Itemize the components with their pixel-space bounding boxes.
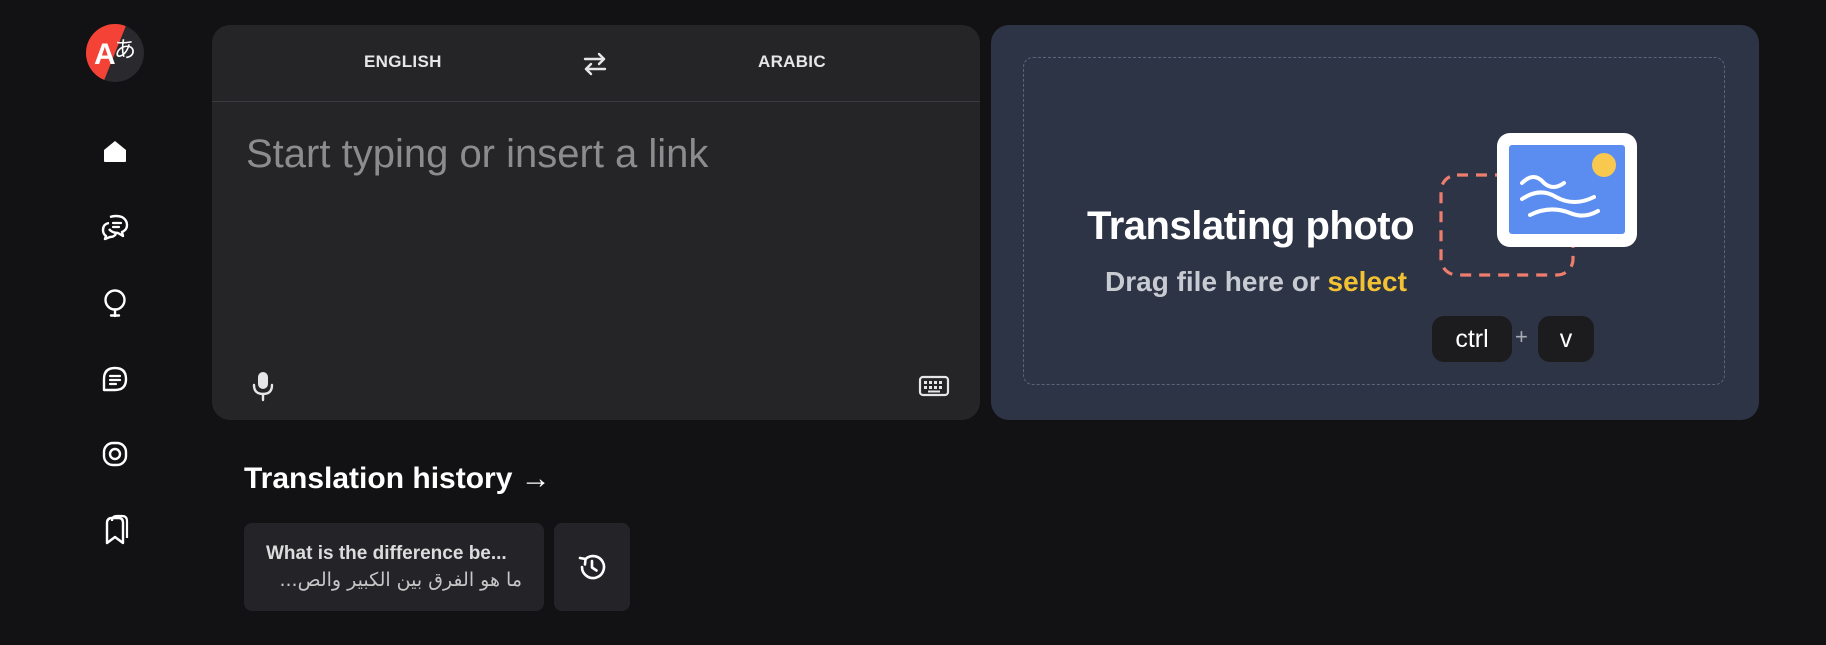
voice-input-button[interactable] [248, 369, 278, 403]
camera-icon [102, 441, 128, 467]
select-file-link[interactable]: select [1328, 266, 1407, 297]
language-bar: ENGLISH ARABIC [212, 25, 980, 102]
photo-translate-panel: Translating photo Drag file here or sele… [991, 25, 1759, 420]
microphone-icon [252, 372, 274, 402]
image-icon [1439, 133, 1637, 277]
swap-languages-button[interactable] [580, 49, 610, 79]
sidebar-item-collections[interactable] [98, 513, 132, 547]
lightbulb-icon [104, 289, 126, 318]
logo[interactable]: A あ [86, 24, 144, 82]
target-language-button[interactable]: ARABIC [758, 52, 826, 72]
photo-subtitle: Drag file here or select [1105, 266, 1407, 298]
photo-title: Translating photo [1087, 204, 1415, 248]
swap-arrows-icon [583, 52, 607, 76]
virtual-keyboard-button[interactable] [918, 373, 950, 399]
logo-letter-cjk: あ [114, 38, 137, 63]
history-item-source: What is the difference be... [266, 543, 507, 564]
sidebar-item-documents[interactable] [98, 362, 132, 396]
chat-bubbles-icon [101, 214, 129, 241]
source-text-input[interactable] [244, 130, 948, 334]
history-clock-icon [578, 554, 606, 580]
home-icon [104, 141, 126, 162]
bookmarks-icon [105, 514, 129, 545]
history-item[interactable]: What is the difference be... ما هو الفرق… [244, 523, 544, 611]
sidebar-item-camera[interactable] [98, 437, 132, 471]
sidebar-item-dialog[interactable] [98, 210, 132, 244]
shortcut-key-v: v [1538, 316, 1594, 362]
source-language-button[interactable]: ENGLISH [364, 52, 442, 72]
sidebar-item-ideas[interactable] [98, 286, 132, 320]
open-history-button[interactable] [554, 523, 630, 611]
translator-panel: ENGLISH ARABIC [212, 25, 980, 420]
photo-subtitle-text: Drag file here or [1105, 266, 1328, 297]
logo-letter-latin: A [94, 38, 116, 71]
sidebar: A あ [0, 0, 200, 645]
document-text-icon [102, 366, 128, 392]
history-item-translation: ما هو الفرق بين الكبير والص... [279, 569, 522, 591]
sidebar-item-home[interactable] [98, 134, 132, 168]
app-root: A あ ENGLISH ARABIC Start typing or inser… [0, 0, 1826, 645]
shortcut-key-ctrl: ctrl [1432, 316, 1512, 362]
photo-dropzone[interactable]: Translating photo Drag file here or sele… [1023, 57, 1725, 385]
keyboard-icon [918, 375, 950, 397]
shortcut-plus: + [1515, 324, 1528, 349]
translation-history-link[interactable]: Translation history → [244, 462, 551, 496]
